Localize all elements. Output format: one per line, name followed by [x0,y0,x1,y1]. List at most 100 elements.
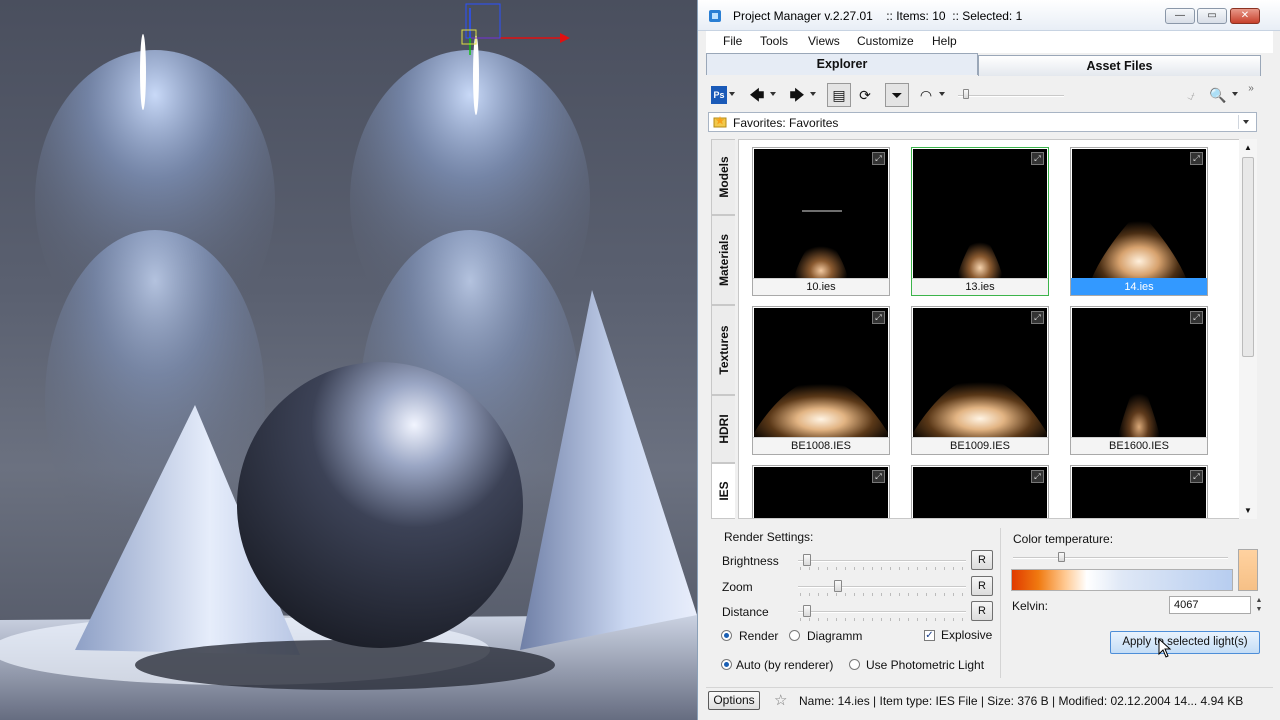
sidetab-hdri[interactable]: HDRI [711,395,735,463]
thumbnail-item[interactable]: ⤢ ★ BE1600.IES [1070,306,1208,455]
close-button[interactable]: ✕ [1230,8,1260,24]
render-mode-radio[interactable] [721,630,732,641]
sidetab-ies[interactable]: IES [711,463,735,519]
filter-icon[interactable]: ⏷ [885,83,909,107]
distance-reset-button[interactable]: R [971,601,993,621]
brightness-slider-knob[interactable] [803,554,811,566]
light-dropdown-icon[interactable] [939,92,945,96]
zoom-slider-knob[interactable] [834,580,842,592]
scroll-up-icon[interactable]: ▲ [1244,143,1252,152]
zoom-ticks [800,593,965,596]
ies-preview [913,308,1047,437]
zoom-reset-button[interactable]: R [971,576,993,596]
mouse-cursor-icon [1158,638,1172,658]
forward-dropdown-icon[interactable] [810,92,816,96]
expand-icon[interactable]: ⤢ [1190,311,1203,324]
expand-icon[interactable]: ⤢ [1190,470,1203,483]
project-manager-window: Project Manager v.2.27.01 :: Items: 10 :… [697,0,1280,720]
menu-customize[interactable]: Customize [857,34,914,48]
kelvin-spinner-icon[interactable]: ▲ ▼ [1253,596,1265,614]
color-temperature-slider[interactable] [1013,557,1228,559]
photometric-light-radio[interactable] [849,659,860,670]
photoshop-icon[interactable]: Ps [711,86,727,104]
expand-icon[interactable]: ⤢ [1031,152,1044,165]
thumb-size-slider[interactable] [958,95,1064,97]
distance-slider[interactable] [798,611,966,613]
sidetab-materials[interactable]: Materials [711,215,735,305]
menu-file[interactable]: File [723,34,742,48]
diagram-mode-label: Diagramm [807,629,863,643]
photoshop-dropdown-icon[interactable] [729,92,735,96]
color-temperature-knob[interactable] [1058,552,1065,562]
explosive-checkbox[interactable]: ✓ [924,630,935,641]
kelvin-label: Kelvin: [1012,599,1049,613]
brightness-reset-button[interactable]: R [971,550,993,570]
sidetab-textures[interactable]: Textures [711,305,735,395]
menu-help[interactable]: Help [932,34,957,48]
options-button[interactable]: Options [708,691,760,710]
clear-filter-icon[interactable]: ⍻ [1183,86,1199,104]
ies-preview [1072,149,1206,278]
thumbnail-item[interactable]: ⤢ [911,465,1049,518]
expand-icon[interactable]: ⤢ [872,152,885,165]
status-bar: Options ☆ Name: 14.ies | Item type: IES … [706,687,1273,713]
thumbnail-item[interactable]: ⤢ ★ BE1008.IES [752,306,890,455]
maximize-button[interactable]: ▭ [1197,8,1227,24]
light-icon[interactable]: ◠ [917,86,935,104]
search-icon[interactable]: 🔍 [1209,86,1227,104]
thumbnail-label: BE1008.IES [753,437,889,454]
diagram-mode-radio[interactable] [789,630,800,641]
render-settings-title: Render Settings: [724,530,814,544]
favorite-star-outline-icon[interactable]: ☆ [774,691,787,709]
thumbnail-item[interactable]: ⤢ ★ 13.ies [911,147,1049,296]
expand-icon[interactable]: ⤢ [1190,152,1203,165]
thumbnail-item[interactable]: ⤢ [1070,465,1208,518]
scrollbar-thumb[interactable] [1242,157,1254,357]
search-dropdown-icon[interactable] [1232,92,1238,96]
back-dropdown-icon[interactable] [770,92,776,96]
window-title: Project Manager v.2.27.01 :: Items: 10 :… [733,9,1023,23]
scroll-down-icon[interactable]: ▼ [1244,506,1252,515]
apply-to-selected-lights-button[interactable]: Apply to selected light(s) [1110,631,1260,654]
auto-renderer-radio[interactable] [721,659,732,670]
color-temperature-gradient[interactable] [1011,569,1233,591]
grid-scrollbar[interactable]: ▲ ▼ [1239,139,1257,519]
zoom-slider[interactable] [798,586,966,588]
sidetab-models[interactable]: Models [711,139,735,215]
expand-icon[interactable]: ⤢ [872,470,885,483]
distance-slider-knob[interactable] [803,605,811,617]
favorites-dropdown-icon[interactable] [1238,115,1253,129]
main-tabs: Explorer Asset Files [706,53,1273,76]
back-arrow-icon[interactable]: 🡄 [748,86,766,104]
asset-thumbnail-grid[interactable]: ⤢ ★ 10.ies ⤢ ★ 13.ies ⤢ ★ [738,139,1257,519]
expand-icon[interactable]: ⤢ [1031,311,1044,324]
thumbnail-item[interactable]: ⤢ ★ BE1009.IES [911,306,1049,455]
minimize-button[interactable]: — [1165,8,1195,24]
brightness-label: Brightness [722,554,779,568]
menu-tools[interactable]: Tools [760,34,788,48]
photometric-light-label: Use Photometric Light [866,658,985,672]
expand-icon[interactable]: ⤢ [1031,470,1044,483]
tab-explorer[interactable]: Explorer [706,53,978,75]
thumbnail-item[interactable]: ⤢ ★ 10.ies [752,147,890,296]
3d-viewport[interactable] [0,0,697,720]
overflow-chevron-icon[interactable]: » [1246,80,1256,98]
kelvin-input[interactable]: 4067 [1169,596,1251,614]
brightness-slider[interactable] [798,560,966,562]
favorites-bar[interactable]: Favorites: Favorites [708,112,1257,132]
thumb-size-slider-knob[interactable] [963,89,969,99]
refresh-icon[interactable]: ⟳ [856,86,874,104]
forward-arrow-icon[interactable]: 🡆 [788,86,806,104]
color-temperature-title: Color temperature: [1013,532,1114,546]
menu-views[interactable]: Views [808,34,840,48]
ies-preview [754,149,888,278]
tab-asset-files[interactable]: Asset Files [978,55,1261,76]
settings-divider [1000,528,1001,678]
thumbnail-item[interactable]: ⤢ ★ 14.ies [1070,147,1208,296]
render-mode-label: Render [739,629,779,643]
view-mode-icon[interactable]: ▤ [827,83,851,107]
expand-icon[interactable]: ⤢ [872,311,885,324]
favorites-path: Favorites: Favorites [733,116,839,130]
title-bar[interactable]: Project Manager v.2.27.01 :: Items: 10 :… [698,0,1280,31]
thumbnail-item[interactable]: ⤢ [752,465,890,518]
